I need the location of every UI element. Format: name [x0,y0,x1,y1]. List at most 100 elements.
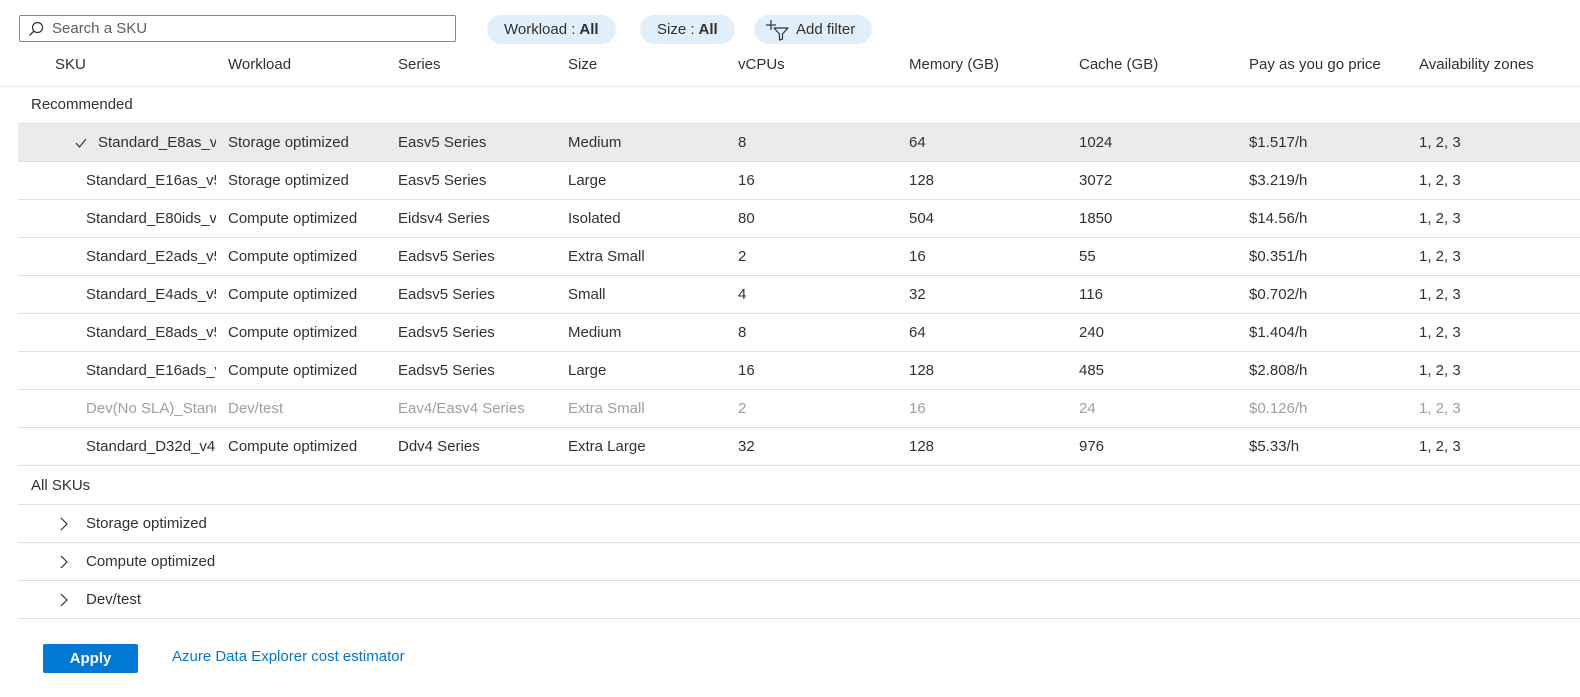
add-filter-button[interactable]: Add filter [754,15,873,44]
column-header-sku[interactable]: SKU [55,46,86,86]
column-header-zones[interactable]: Availability zones [1419,46,1534,86]
cell-cache: 1850 [1079,210,1113,227]
cell-memory: 128 [909,362,935,379]
size-filter-value: All [698,21,718,38]
cell-price: $5.33/h [1249,438,1300,455]
cell-cache: 240 [1079,324,1105,341]
apply-button[interactable]: Apply [43,644,138,673]
checkmark-icon [74,136,88,150]
cell-vcpus: 16 [738,362,755,379]
cell-zones: 1, 2, 3 [1419,324,1461,341]
group-label: Dev/test [86,591,142,608]
cell-size: Small [568,286,606,303]
search-icon [26,19,46,39]
all-skus-group-header: All SKUs [18,467,1580,505]
cell-memory: 64 [909,324,926,341]
cell-series: Eadsv5 Series [398,248,495,265]
table-row[interactable]: Dev(No SLA)_Standard Dev/test Eav4/Easv4 S… [18,390,1580,428]
cell-zones: 1, 2, 3 [1419,134,1461,151]
column-header-memory[interactable]: Memory (GB) [909,46,999,86]
size-filter-pill[interactable]: Size : All [640,15,735,44]
search-input[interactable] [46,16,455,41]
cell-series: Eav4/Easv4 Series [398,400,525,417]
table-row[interactable]: Standard_E2ads_v5 Compute optimized Eadsv5… [18,238,1580,276]
cell-workload: Compute optimized [228,210,358,227]
cell-series: Eadsv5 Series [398,286,495,303]
size-filter-label: Size : [657,21,695,38]
cell-cache: 485 [1079,362,1105,379]
cell-memory: 32 [909,286,926,303]
cell-size: Extra Small [568,248,645,265]
cell-zones: 1, 2, 3 [1419,286,1461,303]
cell-sku: Standard_E8as_v5 [98,134,216,151]
table-row[interactable]: Standard_E80ids_v4 Compute optimized Eidsv… [18,200,1580,238]
chevron-right-icon[interactable] [58,593,70,607]
cost-estimator-link[interactable]: Azure Data Explorer cost estimator [172,648,405,665]
chevron-right-icon[interactable] [58,555,70,569]
cell-zones: 1, 2, 3 [1419,362,1461,379]
table-row[interactable]: Standard_E4ads_v5 Compute optimized Eadsv5… [18,276,1580,314]
cell-series: Easv5 Series [398,134,487,151]
cell-memory: 64 [909,134,926,151]
table-row[interactable]: Standard_E16ads_v5 Compute optimized Eadsv… [18,352,1580,390]
cell-size: Medium [568,324,622,341]
recommended-group-header: Recommended [18,86,1580,124]
column-header-cache[interactable]: Cache (GB) [1079,46,1158,86]
recommended-label: Recommended [31,96,133,113]
workload-filter-pill[interactable]: Workload : All [487,15,616,44]
cell-sku: Standard_E16as_v5 [86,172,216,189]
cell-cache: 24 [1079,400,1096,417]
cell-workload: Compute optimized [228,324,358,341]
cell-memory: 16 [909,400,926,417]
table-header: SKU Workload Series Size vCPUs Memory (G… [0,46,1580,87]
cell-vcpus: 4 [738,286,747,303]
add-filter-icon [766,19,790,41]
group-dev-test[interactable]: Dev/test [18,581,1580,619]
cell-vcpus: 32 [738,438,755,455]
cell-size: Medium [568,134,622,151]
cell-workload: Dev/test [228,400,284,417]
table-row[interactable]: Standard_D32d_v4 Compute optimized Ddv4 Se… [18,428,1580,466]
cell-size: Large [568,362,607,379]
cell-price: $14.56/h [1249,210,1308,227]
cell-series: Ddv4 Series [398,438,480,455]
cell-vcpus: 16 [738,172,755,189]
cell-cache: 116 [1079,286,1103,303]
cell-sku: Dev(No SLA)_Standard [86,400,216,417]
cell-sku: Standard_E16ads_v5 [86,362,216,379]
cell-series: Eadsv5 Series [398,362,495,379]
cell-vcpus: 8 [738,134,747,151]
column-header-series[interactable]: Series [398,46,441,86]
cell-workload: Compute optimized [228,286,358,303]
cell-workload: Storage optimized [228,172,349,189]
cell-memory: 16 [909,248,926,265]
cell-price: $2.808/h [1249,362,1308,379]
cell-vcpus: 2 [738,400,747,417]
cell-memory: 128 [909,172,935,189]
cell-sku: Standard_E4ads_v5 [86,286,216,303]
table-row[interactable]: Standard_E8as_v5 Storage optimized Easv5 S… [18,124,1580,162]
column-header-price[interactable]: Pay as you go price [1249,46,1381,86]
group-compute-optimized[interactable]: Compute optimized [18,543,1580,581]
column-header-size[interactable]: Size [568,46,597,86]
cell-size: Extra Large [568,438,646,455]
all-skus-label: All SKUs [31,477,91,494]
cell-size: Extra Small [568,400,645,417]
cell-cache: 55 [1079,248,1096,265]
cell-zones: 1, 2, 3 [1419,248,1461,265]
search-box[interactable] [19,15,456,42]
cell-zones: 1, 2, 3 [1419,400,1461,417]
cell-series: Eadsv5 Series [398,324,495,341]
cell-sku: Standard_E8ads_v5 [86,324,216,341]
cell-series: Eidsv4 Series [398,210,490,227]
column-header-vcpus[interactable]: vCPUs [738,46,785,86]
table-row[interactable]: Standard_E8ads_v5 Compute optimized Eadsv5… [18,314,1580,352]
cell-cache: 976 [1079,438,1105,455]
group-storage-optimized[interactable]: Storage optimized [18,505,1580,543]
column-header-workload[interactable]: Workload [228,46,291,86]
cell-vcpus: 80 [738,210,755,227]
table-row[interactable]: Standard_E16as_v5 Storage optimized Easv5 … [18,162,1580,200]
cell-price: $3.219/h [1249,172,1308,189]
chevron-right-icon[interactable] [58,517,70,531]
cell-size: Isolated [568,210,621,227]
